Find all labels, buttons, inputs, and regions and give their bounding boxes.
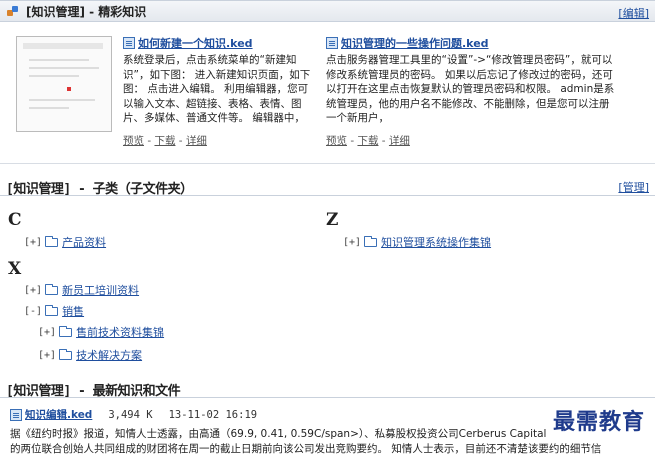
article-actions: 预览 - 下载 - 详细: [326, 135, 410, 147]
expand-toggle[interactable]: [+]: [343, 237, 361, 248]
collapse-toggle[interactable]: [-]: [24, 306, 42, 317]
folder-label[interactable]: 新员工培训资料: [62, 282, 139, 298]
subcategory-header: [知识管理] - 子类（子文件夹） [管理]: [0, 176, 655, 197]
article-thumbnail[interactable]: [16, 36, 112, 132]
ked-document-icon: [123, 37, 135, 49]
latest-item-header: 知识编辑.ked 3,494 K 13-11-02 16:19: [10, 407, 257, 422]
folder-icon: [45, 283, 59, 295]
article-title: 知识管理的一些操作问题: [341, 37, 462, 50]
detail-link[interactable]: 详细: [389, 135, 410, 147]
featured-articles: 如何新建一个知识 .ked 系统登录后，点击系统菜单的“新建知识”，如下图： 进…: [0, 24, 655, 164]
ked-document-icon: [326, 37, 338, 49]
download-link[interactable]: 下载: [357, 135, 378, 147]
folder-label[interactable]: 销售: [62, 303, 84, 319]
file-size: 3,494 K: [108, 408, 153, 421]
file-date: 13-11-02 16:19: [168, 408, 258, 421]
folder-item[interactable]: [+] 售前技术资料集锦: [38, 325, 164, 339]
latest-header: [知识管理] - 最新知识和文件: [0, 378, 655, 399]
knowledge-tree-icon: [6, 5, 20, 17]
folder-icon: [45, 304, 59, 316]
featured-article: 如何新建一个知识 .ked 系统登录后，点击系统菜单的“新建知识”，如下图： 进…: [123, 36, 311, 148]
article-summary: 系统登录后，点击系统菜单的“新建知识”，如下图： 进入新建知识页面，如下图： 点…: [123, 54, 311, 124]
latest-item-link[interactable]: 知识编辑.ked: [25, 407, 92, 422]
group-letter: C: [8, 210, 22, 230]
download-link[interactable]: 下载: [154, 135, 175, 147]
latest-title: [知识管理] - 最新知识和文件: [6, 384, 181, 399]
featured-panel-title: [知识管理] - 精彩知识: [26, 4, 147, 19]
folder-label[interactable]: 知识管理系统操作集锦: [381, 234, 491, 250]
featured-article: 知识管理的一些操作问题 .ked 点击服务器管理工具里的“设置”->“修改管理员…: [326, 36, 616, 148]
article-ext: .ked: [462, 36, 489, 50]
expand-toggle[interactable]: [+]: [24, 285, 42, 296]
folder-item[interactable]: [+] 知识管理系统操作集锦: [343, 235, 491, 249]
expand-toggle[interactable]: [+]: [38, 350, 56, 361]
ked-document-icon: [10, 408, 22, 421]
article-summary: 点击服务器管理工具里的“设置”->“修改管理员密码”，就可以修改系统管理员的密码…: [326, 54, 615, 124]
folder-icon: [364, 235, 378, 247]
folder-icon: [45, 235, 59, 247]
folder-item[interactable]: [+] 产品资料: [24, 235, 106, 249]
preview-link[interactable]: 预览: [326, 135, 347, 147]
group-letter: Z: [326, 210, 339, 230]
folder-label[interactable]: 售前技术资料集锦: [76, 324, 164, 340]
article-actions: 预览 - 下载 - 详细: [123, 135, 207, 147]
folder-icon: [59, 348, 73, 360]
expand-toggle[interactable]: [+]: [24, 237, 42, 248]
folder-item[interactable]: [-] 销售: [24, 304, 84, 318]
article-title: 如何新建一个知识: [138, 37, 226, 50]
edit-link[interactable]: [编辑]: [618, 5, 649, 21]
manage-link[interactable]: [管理]: [618, 179, 649, 195]
folder-item[interactable]: [+] 新员工培训资料: [24, 283, 139, 297]
preview-link[interactable]: 预览: [123, 135, 144, 147]
detail-link[interactable]: 详细: [186, 135, 207, 147]
group-letter: X: [8, 259, 22, 279]
folder-icon: [59, 325, 73, 337]
folder-label[interactable]: 技术解决方案: [76, 347, 142, 363]
watermark-logo: 最需教育: [550, 404, 647, 436]
folder-label[interactable]: 产品资料: [62, 234, 106, 250]
article-title-link[interactable]: 如何新建一个知识 .ked: [123, 36, 311, 50]
article-title-link[interactable]: 知识管理的一些操作问题 .ked: [326, 36, 616, 50]
article-ext: .ked: [226, 36, 253, 50]
expand-toggle[interactable]: [+]: [38, 327, 56, 338]
featured-panel-header: [知识管理] - 精彩知识 [编辑]: [0, 0, 655, 22]
folder-item[interactable]: [+] 技术解决方案: [38, 348, 142, 362]
subcategory-title: [知识管理] - 子类（子文件夹）: [6, 182, 193, 197]
